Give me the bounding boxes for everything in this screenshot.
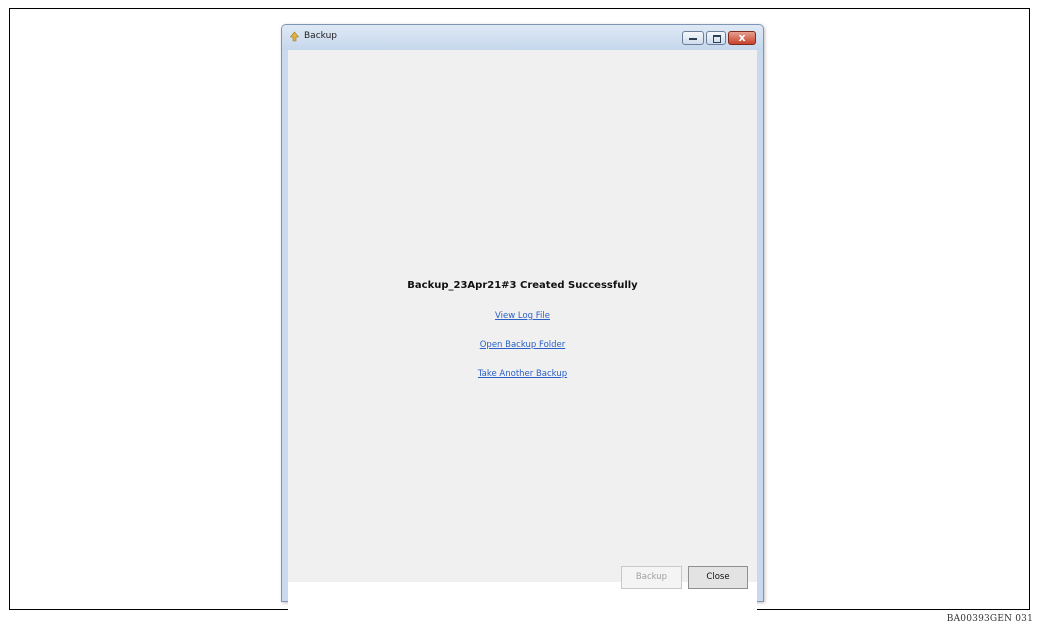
- title-bar[interactable]: Backup x: [282, 25, 763, 50]
- success-message: Backup_23Apr21#3 Created Successfully: [407, 280, 638, 291]
- window-title: Backup: [304, 31, 337, 41]
- figure-id-label: BA00393GEN 031: [946, 614, 1033, 624]
- backup-button[interactable]: Backup: [621, 566, 682, 589]
- view-log-file-link[interactable]: View Log File: [288, 311, 757, 321]
- take-another-backup-link[interactable]: Take Another Backup: [288, 369, 757, 379]
- maximize-icon[interactable]: [706, 31, 726, 45]
- button-bar: [288, 582, 757, 619]
- minimize-icon[interactable]: [682, 31, 704, 45]
- backup-window: Backup x Backup_23Apr21#3 Created Succes…: [281, 24, 764, 619]
- window-client-area: Backup_23Apr21#3 Created Successfully Vi…: [288, 50, 757, 582]
- close-icon[interactable]: x: [728, 31, 756, 45]
- open-backup-folder-link[interactable]: Open Backup Folder: [288, 340, 757, 350]
- close-button[interactable]: Close: [688, 566, 748, 589]
- close-glyph: x: [738, 31, 746, 44]
- backup-app-icon: [289, 31, 300, 42]
